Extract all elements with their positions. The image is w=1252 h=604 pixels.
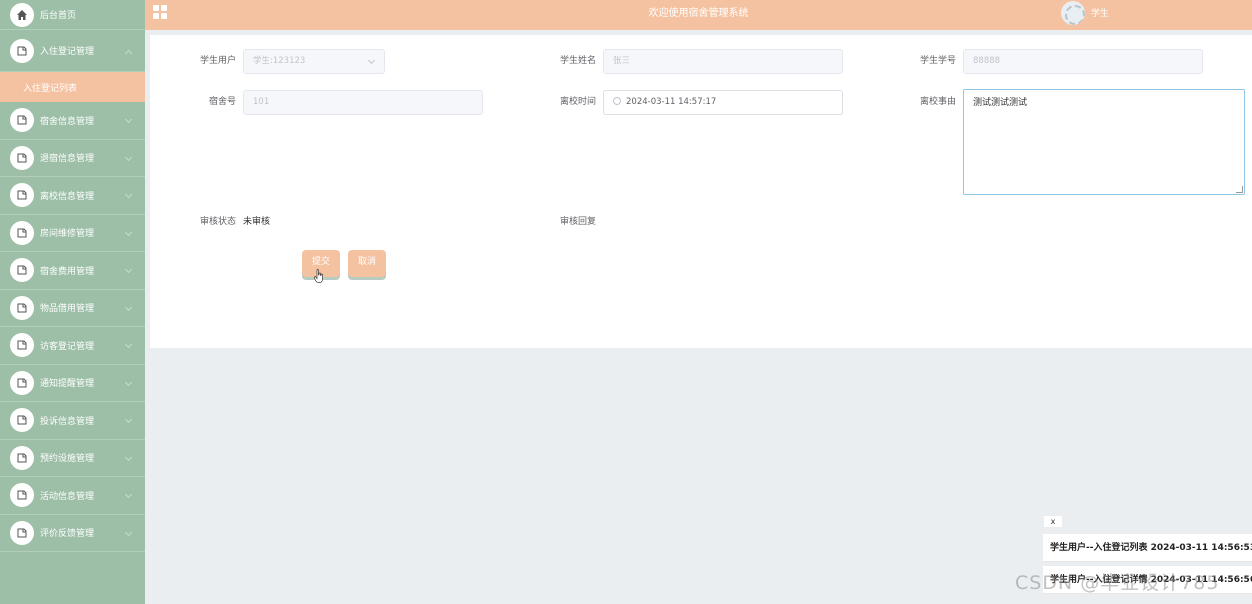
home-icon [10,2,34,27]
student-user-label: 学生用户 [199,56,236,66]
sidebar-item[interactable]: 预约设施管理 [0,440,145,477]
audit-reply-label: 审核回复 [559,217,596,227]
clock-icon [613,97,621,105]
chevron-down-icon [124,153,133,161]
document-icon [10,408,34,433]
document-icon [10,445,34,470]
sidebar-item[interactable]: 评价反馈管理 [0,515,145,552]
dorm-input[interactable]: 101 [243,90,483,115]
audit-status-value: 未审核 [243,217,271,227]
sidebar-item[interactable]: 物品借用管理 [0,290,145,327]
sidebar-item-checkin[interactable]: 入住登记管理 [0,30,145,72]
document-icon [10,370,34,395]
sidebar-item[interactable]: 退宿信息管理 [0,140,145,177]
sidebar-item-label: 离校信息管理 [40,191,95,202]
student-name-input[interactable]: 张三 [603,49,843,74]
document-icon [10,220,34,245]
watermark: CSDN @毕业设计785 [1015,572,1220,594]
leave-time-picker[interactable]: 2024-03-11 14:57:17 [603,90,843,115]
sidebar-item-label: 访客登记管理 [40,341,95,352]
avatar[interactable] [1061,1,1085,25]
sidebar-item[interactable]: 访客登记管理 [0,327,145,365]
cancel-button[interactable]: 取消 [348,250,386,277]
chevron-down-icon [124,453,133,461]
sidebar-item-label: 入住登记管理 [40,47,95,57]
form-panel: 学生用户 学生:123123 学生姓名 张三 学生学号 88888 宿舍号 10… [150,35,1252,348]
dorm-label: 宿舍号 [208,97,236,107]
chevron-down-icon [124,378,133,386]
chevron-down-icon [124,303,133,311]
student-id-label: 学生学号 [919,56,956,66]
sidebar-item-label: 后台首页 [40,11,77,21]
sidebar-item-label: 宿舍信息管理 [40,116,95,127]
student-user-select[interactable]: 学生:123123 [243,49,385,74]
hand-cursor-icon [314,269,323,283]
chevron-down-icon [124,528,133,536]
notification-item[interactable]: 学生用户--入住登记列表 2024-03-11 14:56:53 [1043,534,1252,562]
document-icon [10,145,34,170]
chevron-down-icon [124,191,133,199]
chevron-down-icon [124,341,133,349]
student-name-label: 学生姓名 [559,56,596,66]
document-icon [10,295,34,320]
leave-reason-textarea[interactable]: 测试测试测试 [963,89,1245,195]
sidebar-item-label: 评价反馈管理 [40,529,95,540]
document-icon [10,333,34,358]
chevron-down-icon [124,266,133,274]
student-id-input[interactable]: 88888 [963,49,1203,74]
sidebar-item[interactable]: 活动信息管理 [0,477,145,515]
chevron-down-icon [124,116,133,124]
sidebar-subitem-checkin-list[interactable]: 入住登记列表 [0,72,145,102]
document-icon [10,183,34,208]
chevron-down-icon [124,416,133,424]
top-header: 欢迎使用宿舍管理系统 学生 [145,0,1252,30]
header-title: 欢迎使用宿舍管理系统 [648,8,749,19]
leave-time-label: 离校时间 [559,97,596,107]
audit-status-label: 审核状态 [199,217,236,227]
resize-handle-icon[interactable] [1236,186,1243,193]
sidebar-item-label: 通知提醒管理 [40,379,95,390]
sidebar-item-label: 预约设施管理 [40,454,95,465]
user-role[interactable]: 学生 [1091,0,1109,28]
sidebar-item-label: 投诉信息管理 [40,416,95,427]
sidebar-item-label: 退宿信息管理 [40,154,95,165]
sidebar-item[interactable]: 宿舍信息管理 [0,102,145,140]
sidebar-item-home[interactable]: 后台首页 [0,0,145,30]
sidebar-item-label: 宿舍费用管理 [40,266,95,277]
sidebar-item[interactable]: 宿舍费用管理 [0,252,145,290]
sidebar-item[interactable]: 通知提醒管理 [0,365,145,402]
sidebar: 后台首页 入住登记管理 入住登记列表 宿舍信息管理 退宿信息管理 离校信息管理 房间维… [0,0,145,604]
notification-close-button[interactable]: x [1044,516,1062,527]
sidebar-item[interactable]: 房间维修管理 [0,215,145,252]
document-icon [10,520,34,545]
chevron-down-icon [124,228,133,236]
chevron-down-icon [124,491,133,499]
document-icon [10,258,34,283]
sidebar-item-label: 物品借用管理 [40,304,95,315]
leave-reason-label: 离校事由 [919,97,956,107]
sidebar-item[interactable]: 离校信息管理 [0,177,145,215]
sidebar-item-label: 活动信息管理 [40,491,95,502]
sidebar-item-label: 房间维修管理 [40,229,95,240]
sidebar-item[interactable]: 投诉信息管理 [0,402,145,440]
chevron-up-icon [124,49,133,57]
document-icon [10,483,34,508]
chevron-down-icon [367,56,376,65]
document-icon [10,38,34,63]
document-icon [10,108,34,133]
